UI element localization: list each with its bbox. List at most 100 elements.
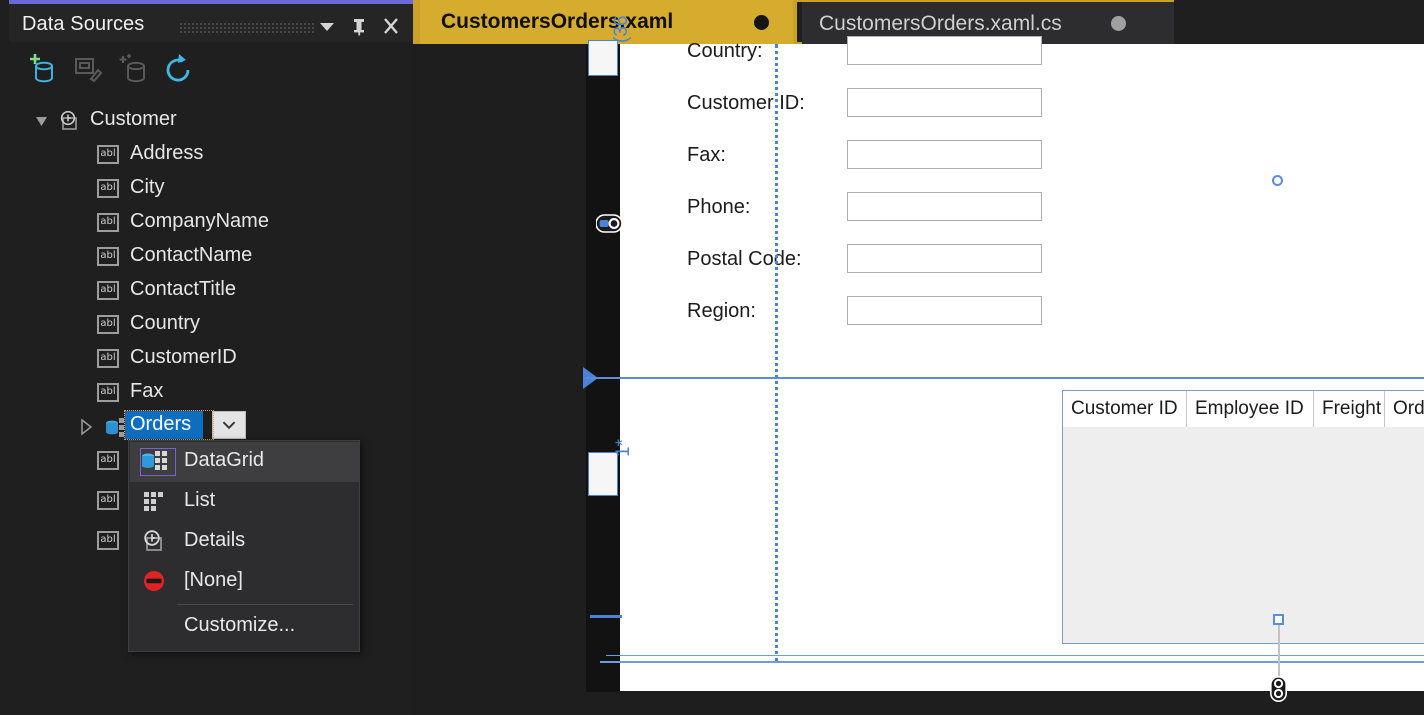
- string-field-icon: [97, 179, 119, 199]
- tree-node-label: Country: [130, 312, 200, 335]
- list-glyph: [141, 490, 169, 512]
- tree-node-fax[interactable]: Fax: [9, 376, 413, 410]
- menu-item-label: Customize...: [184, 614, 295, 637]
- menu-item-customize[interactable]: Customize...: [130, 607, 360, 647]
- datagrid-column-header[interactable]: Employee ID: [1187, 391, 1314, 427]
- refresh-button[interactable]: [159, 50, 199, 90]
- field-label: Region:: [687, 300, 756, 323]
- field-textbox[interactable]: [847, 192, 1042, 221]
- column-header-label: Order Date: [1393, 398, 1424, 420]
- designer-datagrid[interactable]: Customer ID Employee ID Freight Order Da…: [1062, 390, 1424, 644]
- grid-row-size-label: 1*: [613, 421, 643, 457]
- edit-dataset-button[interactable]: [67, 50, 107, 90]
- string-field-icon: [97, 145, 119, 165]
- field-textbox[interactable]: [847, 296, 1042, 325]
- chain-link-icon[interactable]: [1270, 676, 1287, 702]
- form-field-fax[interactable]: Fax:: [607, 144, 1424, 196]
- expander-collapse-icon[interactable]: [31, 104, 53, 138]
- field-textbox[interactable]: [847, 88, 1042, 117]
- tree-node-companyname[interactable]: CompanyName: [9, 206, 413, 240]
- menu-item-label: [None]: [184, 569, 243, 592]
- chain-link-glyph: [1270, 676, 1287, 702]
- orders-dropdown-button[interactable]: [212, 411, 246, 439]
- chevron-down-icon[interactable]: [314, 14, 340, 38]
- grid-rail-end-cap: [590, 615, 622, 618]
- selection-guide-line-top: [586, 377, 1424, 379]
- tree-node-customerid[interactable]: CustomerID: [9, 342, 413, 376]
- tab-customersorders-xaml[interactable]: CustomersOrders.xaml: [420, 0, 793, 44]
- tab-strip-empty-area: [1174, 0, 1424, 44]
- tree-node-label: Customer: [90, 108, 177, 131]
- tab-dirty-dot[interactable]: [1111, 16, 1126, 31]
- form-field-phone[interactable]: Phone:: [607, 196, 1424, 248]
- menu-item-list[interactable]: List: [130, 482, 360, 522]
- panel-title: Data Sources: [22, 13, 144, 36]
- list-icon: [141, 490, 169, 514]
- grid-row-size-chip-top[interactable]: (36: [588, 40, 618, 76]
- chain-link-icon[interactable]: [596, 214, 622, 233]
- datagrid-column-header[interactable]: Customer ID: [1063, 391, 1187, 427]
- pin-glyph: [346, 14, 372, 38]
- tree-node-customer[interactable]: Customer: [9, 104, 413, 138]
- tree-node-label: City: [130, 176, 164, 199]
- rotate-handle[interactable]: [1272, 175, 1283, 186]
- entity-glyph: [141, 530, 169, 552]
- menu-item-none[interactable]: [None]: [130, 562, 360, 602]
- tab-dirty-dot[interactable]: [754, 15, 769, 30]
- field-label: Fax:: [687, 144, 726, 167]
- margin-anchor-handle[interactable]: [1273, 614, 1284, 625]
- tree-node-label: CustomerID: [130, 346, 237, 369]
- none-glyph: [141, 570, 169, 592]
- tree-node-contactname[interactable]: ContactName: [9, 240, 413, 274]
- string-field-icon: [97, 451, 119, 471]
- column-header-label: Freight: [1322, 398, 1381, 420]
- menu-item-label: DataGrid: [184, 449, 264, 472]
- selection-guide-line-inner: [606, 655, 1424, 656]
- form-field-country[interactable]: Country:: [607, 40, 1424, 92]
- field-label: Country:: [687, 40, 763, 63]
- field-textbox[interactable]: [847, 140, 1042, 169]
- expander-glyph: [31, 104, 53, 138]
- tree-node-city[interactable]: City: [9, 172, 413, 206]
- chevron-down-icon: [213, 412, 245, 438]
- orders-control-type-menu[interactable]: DataGrid List: [128, 440, 360, 652]
- datagrid-glyph: [141, 450, 169, 472]
- add-new-data-source-button[interactable]: [23, 50, 63, 90]
- menu-item-datagrid[interactable]: DataGrid: [130, 442, 360, 482]
- field-textbox[interactable]: [847, 244, 1042, 273]
- tree-node-contacttitle[interactable]: ContactTitle: [9, 274, 413, 308]
- database-add-icon: [23, 50, 63, 90]
- string-field-icon: [97, 383, 119, 403]
- tree-node-address[interactable]: Address: [9, 138, 413, 172]
- grid-row-size-chip-bottom[interactable]: 1*: [588, 452, 618, 496]
- datagrid-header-row: Customer ID Employee ID Freight Order Da…: [1063, 391, 1424, 427]
- tree-node-label: CompanyName: [130, 210, 269, 233]
- none-icon: [141, 570, 169, 594]
- close-icon[interactable]: [378, 14, 404, 38]
- form-field-customer-id[interactable]: Customer ID:: [607, 92, 1424, 144]
- selection-guide-line-bottom: [600, 661, 1424, 663]
- chain-link-glyph: [596, 214, 622, 233]
- visual-studio-window: Data Sources: [0, 0, 1424, 715]
- close-glyph: [378, 14, 404, 38]
- field-label: Phone:: [687, 196, 750, 219]
- panel-title-bar[interactable]: Data Sources: [9, 4, 413, 42]
- field-label: Customer ID:: [687, 92, 805, 115]
- datagrid-column-header[interactable]: Freight: [1314, 391, 1385, 427]
- field-textbox[interactable]: [847, 36, 1042, 65]
- datagrid-column-header[interactable]: Order Date: [1385, 391, 1424, 427]
- tree-node-orders[interactable]: [9, 410, 413, 444]
- pin-icon[interactable]: [346, 14, 372, 38]
- panel-drag-grip[interactable]: [179, 22, 314, 33]
- form-field-region[interactable]: Region:: [607, 300, 1424, 352]
- form-field-postal-code[interactable]: Postal Code:: [607, 248, 1424, 300]
- string-field-icon: [97, 281, 119, 301]
- string-field-icon: [97, 315, 119, 335]
- expander-expand-icon[interactable]: [75, 410, 97, 444]
- margin-anchor-line: [1278, 624, 1280, 682]
- tree-node-country[interactable]: Country: [9, 308, 413, 342]
- refresh-icon: [159, 50, 199, 90]
- add-new-data-source-sparkle-button[interactable]: [113, 50, 153, 90]
- data-sources-panel: Data Sources: [0, 0, 413, 715]
- menu-item-details[interactable]: Details: [130, 522, 360, 562]
